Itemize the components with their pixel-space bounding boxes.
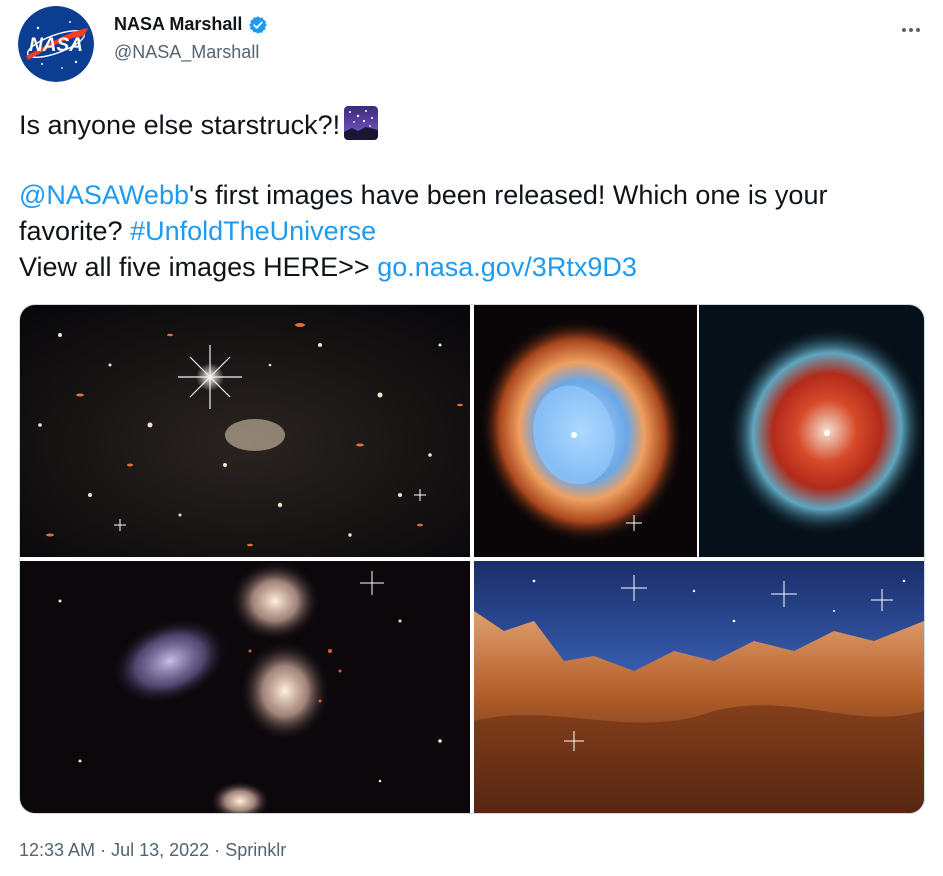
- nasa-logo-icon: NASA: [18, 6, 94, 82]
- tweet-text-4: View all five images HERE>>: [19, 252, 370, 282]
- hashtag-link[interactable]: #UnfoldTheUniverse: [130, 216, 376, 246]
- tweet-date[interactable]: Jul 13, 2022: [111, 840, 209, 860]
- tweet-text-3: favorite?: [19, 216, 123, 246]
- more-dots-icon[interactable]: [896, 18, 926, 42]
- tweet-line-3: favorite? #UnfoldTheUniverse: [19, 213, 376, 249]
- tweet-text-1: Is anyone else starstruck?!: [19, 110, 341, 140]
- meta-separator: ·: [214, 840, 221, 860]
- image-southern-ring-nir[interactable]: [474, 305, 697, 557]
- image-southern-ring-mir[interactable]: [699, 305, 924, 557]
- author-handle[interactable]: @NASA_Marshall: [114, 42, 259, 63]
- tweet-source[interactable]: Sprinklr: [225, 840, 286, 860]
- external-link[interactable]: go.nasa.gov/3Rtx9D3: [377, 252, 637, 282]
- verified-badge-icon: [248, 15, 268, 35]
- image-deep-field[interactable]: [20, 305, 470, 557]
- tweet-line-2: @NASAWebb's first images have been relea…: [19, 177, 827, 213]
- tweet-meta: 12:33 AM · Jul 13, 2022 · Sprinklr: [19, 840, 286, 861]
- tweet-time[interactable]: 12:33 AM: [19, 840, 95, 860]
- tweet-line-1: Is anyone else starstruck?!: [19, 106, 379, 143]
- mention-link[interactable]: @NASAWebb: [19, 180, 189, 210]
- tweet-line-4: View all five images HERE>> go.nasa.gov/…: [19, 249, 637, 285]
- tweet-text-2: 's first images have been released! Whic…: [188, 180, 828, 210]
- image-stephans-quintet[interactable]: [20, 561, 470, 813]
- display-name[interactable]: NASA Marshall: [114, 14, 242, 35]
- avatar-text: NASA: [29, 35, 83, 56]
- media-grid: [19, 304, 925, 814]
- author-name-row: NASA Marshall: [114, 14, 268, 35]
- image-cosmic-cliffs[interactable]: [474, 561, 924, 813]
- avatar[interactable]: NASA: [18, 6, 94, 82]
- milky-way-emoji-icon: [344, 106, 379, 140]
- meta-separator: ·: [100, 840, 107, 860]
